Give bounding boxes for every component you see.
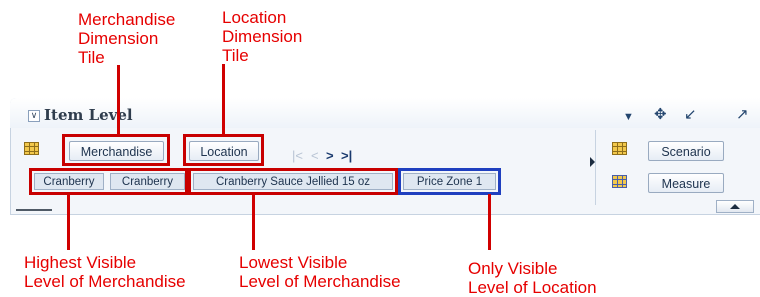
callout-line: Tile (222, 46, 249, 65)
callout-line: Highest Visible (24, 253, 137, 272)
callout-line: Dimension (78, 29, 159, 48)
callout-line: Tile (78, 48, 105, 67)
callout-merchandise-tile: Merchandise Dimension Tile (78, 10, 175, 67)
highlight-location-tile (183, 134, 264, 166)
leader-line (67, 194, 70, 250)
callout-line: Location (222, 8, 287, 27)
callout-line: Dimension (222, 27, 303, 46)
collapse-icon[interactable]: ∨ (28, 110, 40, 122)
callout-highest-level: Highest Visible Level of Merchandise (24, 253, 186, 291)
column-divider (595, 130, 596, 205)
callout-line: Level of Merchandise (24, 272, 186, 291)
highlight-highest-level (29, 168, 188, 195)
leader-line (222, 64, 225, 135)
rows-grid-icon (24, 142, 39, 155)
callout-line: Lowest Visible (239, 253, 348, 272)
columns-grid-icon (612, 142, 627, 155)
highlight-merchandise-tile (62, 134, 170, 166)
leader-line (117, 65, 120, 135)
dropdown-arrow-icon[interactable]: ▼ (623, 110, 634, 125)
callout-line: Only Visible (468, 259, 558, 278)
callout-line: Merchandise (78, 10, 176, 29)
highlight-location-level (398, 168, 501, 195)
restore-icon[interactable]: ↙ (684, 107, 697, 122)
previous-icon[interactable]: < (311, 149, 319, 163)
leader-line (252, 194, 255, 250)
first-page-icon[interactable]: |< (292, 149, 303, 163)
measure-grid-icon (612, 175, 627, 188)
last-page-icon[interactable]: >| (341, 149, 352, 163)
callout-line: Level of Merchandise (239, 272, 401, 291)
leader-line (488, 194, 491, 250)
callout-lowest-level: Lowest Visible Level of Merchandise (239, 253, 401, 291)
callout-only-location: Only Visible Level of Location (468, 259, 597, 297)
expand-icon[interactable]: ↗ (736, 107, 749, 122)
next-icon[interactable]: > (326, 149, 334, 163)
scenario-tile[interactable]: Scenario (648, 141, 724, 161)
measure-tile[interactable]: Measure (648, 173, 724, 193)
scroll-up-button[interactable] (716, 200, 754, 213)
splitter-arrow-icon[interactable] (590, 157, 595, 167)
move-icon[interactable]: ✥ (654, 107, 667, 122)
callout-line: Level of Location (468, 278, 597, 297)
highlight-lowest-level (188, 168, 398, 195)
callout-location-tile: Location Dimension Tile (222, 8, 302, 65)
panel-bottom-rule (16, 209, 52, 211)
